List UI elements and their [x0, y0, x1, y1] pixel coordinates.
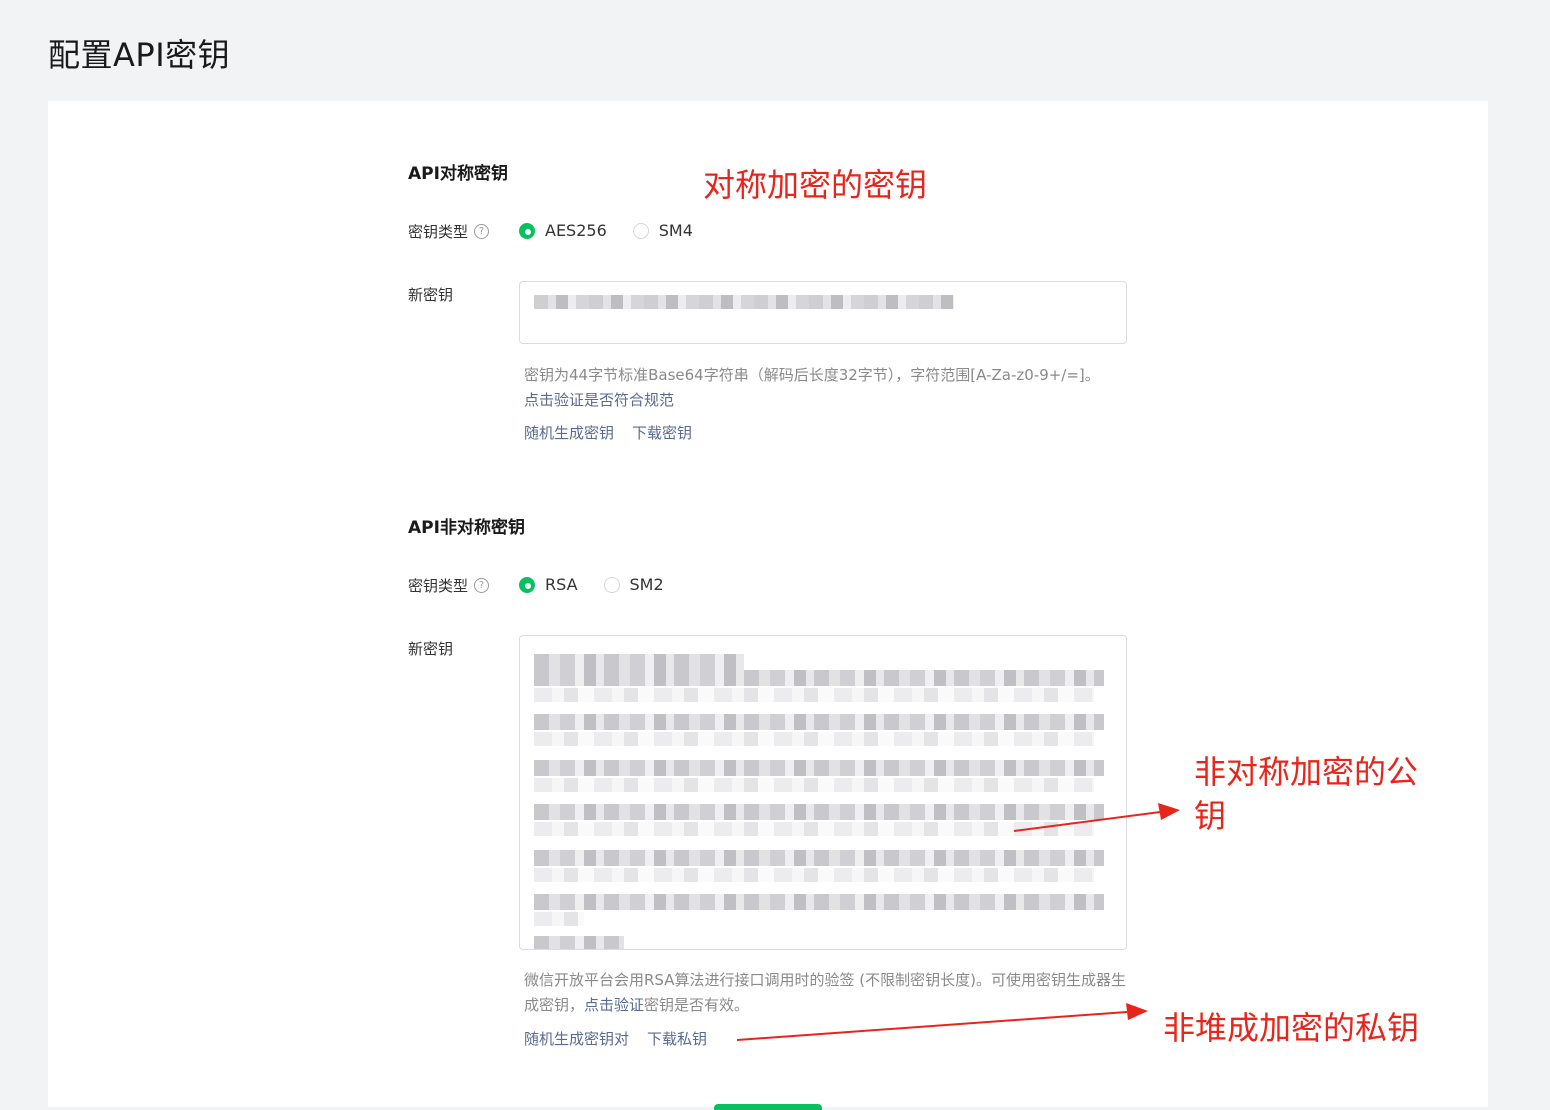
arrow-icon	[1013, 803, 1180, 832]
arrow-icon	[736, 1003, 1148, 1041]
annotation-arrows	[736, 803, 1180, 1041]
